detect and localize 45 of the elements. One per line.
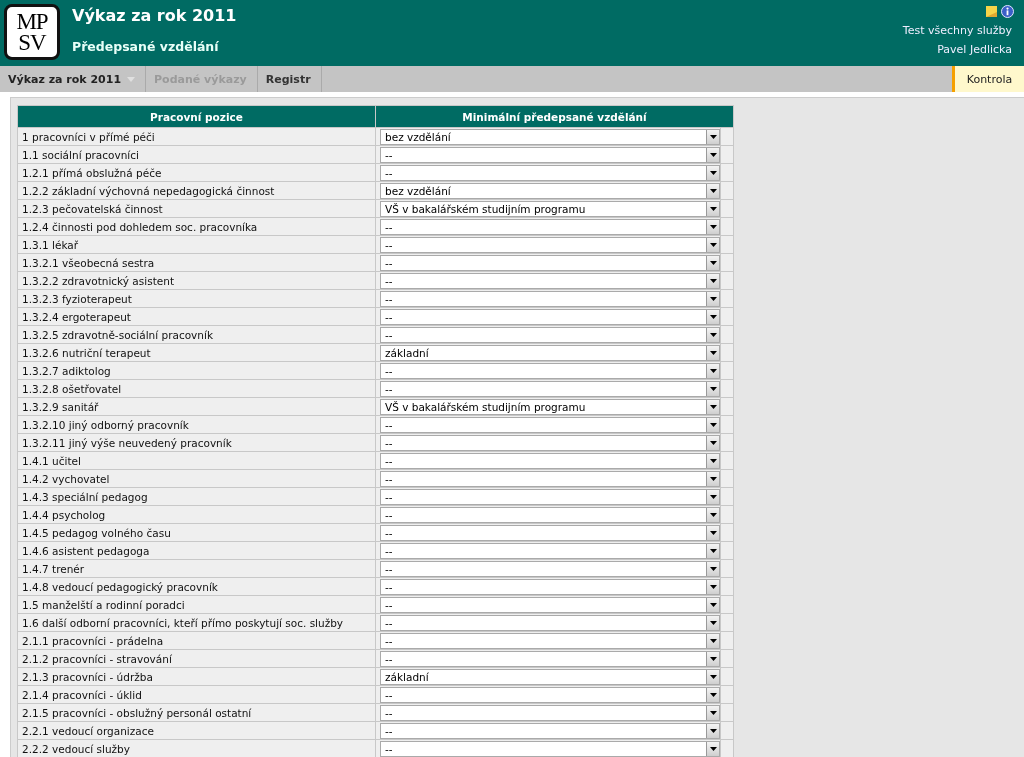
page-subtitle: Předepsané vzdělání: [72, 39, 220, 54]
select-field[interactable]: --: [380, 632, 720, 649]
select-field[interactable]: základní: [380, 668, 720, 685]
column-header: Pracovní pozice: [17, 105, 376, 128]
select-field[interactable]: --: [380, 218, 720, 235]
select-field[interactable]: --: [380, 146, 720, 163]
select-field[interactable]: --: [380, 722, 720, 739]
select-field[interactable]: --: [380, 380, 720, 397]
select-field[interactable]: --: [380, 506, 720, 523]
select-field[interactable]: --: [380, 362, 720, 379]
select-field[interactable]: --: [380, 416, 720, 433]
select-field[interactable]: základní: [380, 344, 720, 361]
select-field[interactable]: --: [380, 470, 720, 487]
service-name: Test všechny služby: [902, 24, 1012, 37]
select-field[interactable]: --: [380, 560, 720, 577]
select-field[interactable]: --: [380, 452, 720, 469]
select-field[interactable]: --: [380, 290, 720, 307]
select-field[interactable]: --: [380, 434, 720, 451]
select-field[interactable]: --: [380, 254, 720, 271]
select-field[interactable]: --: [380, 704, 720, 721]
select-field[interactable]: --: [380, 614, 720, 631]
select-field[interactable]: --: [380, 488, 720, 505]
logo: MP SV: [4, 4, 60, 60]
select-field[interactable]: --: [380, 686, 720, 703]
select-field[interactable]: --: [380, 524, 720, 541]
check-button[interactable]: Kontrola: [952, 66, 1024, 92]
select-field[interactable]: --: [380, 596, 720, 613]
select-field[interactable]: VŠ v bakalářském studijním programu: [380, 398, 720, 415]
select-field[interactable]: --: [380, 326, 720, 343]
column-header: Minimální předepsané vzdělání: [375, 105, 734, 128]
select-field[interactable]: --: [380, 542, 720, 559]
user-name: Pavel Jedlicka: [937, 43, 1012, 56]
select-field[interactable]: bez vzdělání: [380, 128, 720, 145]
note-icon[interactable]: [986, 5, 997, 17]
select-field[interactable]: --: [380, 272, 720, 289]
info-icon[interactable]: [1001, 4, 1014, 18]
select-field[interactable]: --: [380, 164, 720, 181]
select-field[interactable]: --: [380, 740, 720, 757]
select-field[interactable]: --: [380, 578, 720, 595]
select-field[interactable]: --: [380, 236, 720, 253]
select-field[interactable]: --: [380, 308, 720, 325]
page-title: Výkaz za rok 2011: [72, 6, 237, 25]
select-field[interactable]: --: [380, 650, 720, 667]
select-field[interactable]: VŠ v bakalářském studijním programu: [380, 200, 720, 217]
select-field[interactable]: bez vzdělání: [380, 182, 720, 199]
